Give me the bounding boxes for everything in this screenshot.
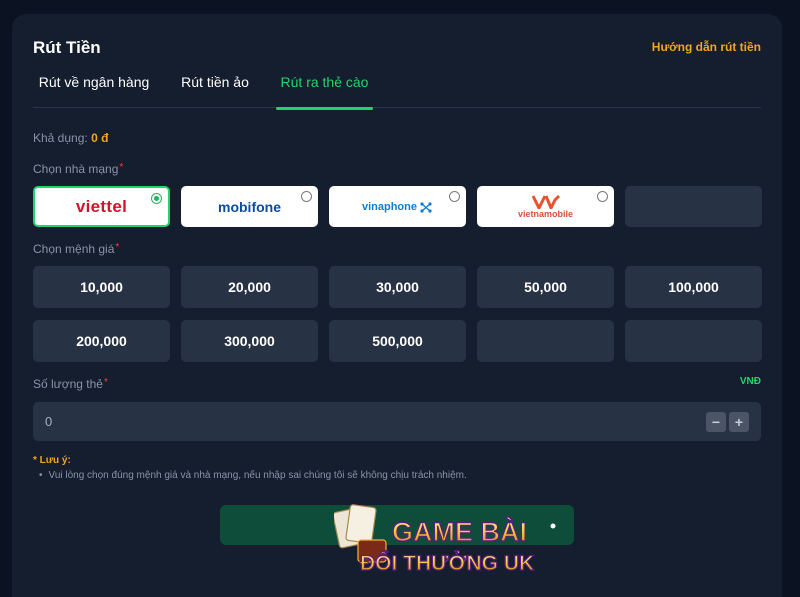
denomination-empty-slot [625, 320, 762, 362]
note-title: * Lưu ý: [33, 455, 71, 466]
available-amount: 0 đ [91, 131, 109, 145]
tab-card-withdraw[interactable]: Rút ra thẻ cào [276, 72, 373, 110]
withdraw-panel: Rút Tiền Hướng dẫn rút tiền Rút về ngân … [12, 14, 782, 597]
tab-bar: Rút về ngân hàng Rút tiền ảo Rút ra thẻ … [33, 72, 761, 110]
vinaphone-logo-text: vinaphone [361, 200, 417, 213]
carrier-label-text: Chọn nhà mạng [33, 162, 119, 176]
denomination-500000[interactable]: 500,000 [329, 320, 466, 362]
currency-label: VNĐ [739, 376, 761, 387]
denomination-empty-slot [477, 320, 614, 362]
vietnamobile-v-icon [531, 194, 560, 209]
mobifone-logo: mobifone [181, 186, 318, 227]
quantity-label: Số lượng thẻ* [33, 377, 108, 391]
carrier-viettel[interactable]: viettel [33, 186, 170, 227]
viettel-logo-text: viettel [75, 196, 128, 216]
withdraw-guide-link[interactable]: Hướng dẫn rút tiền [652, 40, 761, 54]
decrement-button[interactable]: − [706, 412, 726, 432]
vietnamobile-logo-text: vietnamobile [517, 208, 573, 219]
watermark-line-1: GAME BÀI [392, 516, 527, 547]
denomination-10000[interactable]: 10,000 [33, 266, 170, 308]
vietnamobile-logo: vietnamobile [477, 186, 614, 227]
denomination-100000[interactable]: 100,000 [625, 266, 762, 308]
quantity-input[interactable] [45, 402, 645, 441]
tab-crypto-withdraw[interactable]: Rút tiền ảo [178, 72, 252, 108]
required-mark: * [115, 242, 120, 253]
radio-mobifone[interactable] [301, 191, 312, 202]
carrier-vietnamobile[interactable]: vietnamobile [477, 186, 614, 227]
carrier-vinaphone[interactable]: vinaphone [329, 186, 466, 227]
vinaphone-logo: vinaphone [329, 186, 466, 227]
denomination-300000[interactable]: 300,000 [181, 320, 318, 362]
increment-button[interactable]: + [729, 412, 749, 432]
required-mark: * [119, 162, 124, 173]
carrier-empty-slot [625, 186, 762, 227]
required-mark: * [103, 377, 108, 388]
available-balance: Khả dụng: 0 đ [33, 131, 108, 145]
tab-bank-withdraw[interactable]: Rút về ngân hàng [37, 72, 151, 108]
denomination-row-2: 200,000 300,000 500,000 [33, 320, 762, 362]
denomination-30000[interactable]: 30,000 [329, 266, 466, 308]
denomination-label-text: Chọn mệnh giá [33, 242, 115, 256]
denomination-50000[interactable]: 50,000 [477, 266, 614, 308]
denomination-label: Chọn mệnh giá* [33, 242, 119, 256]
mobifone-logo-text: mobifone [218, 198, 281, 215]
denomination-200000[interactable]: 200,000 [33, 320, 170, 362]
watermark-logo: GAME BÀI ĐỔI THƯỞNG UK [334, 504, 556, 576]
carrier-mobifone[interactable]: mobifone [181, 186, 318, 227]
denomination-20000[interactable]: 20,000 [181, 266, 318, 308]
carrier-label: Chọn nhà mạng* [33, 162, 123, 176]
page-title: Rút Tiền [33, 38, 101, 57]
radio-vietnamobile[interactable] [597, 191, 608, 202]
quantity-field: − + [33, 402, 761, 441]
vinaphone-star-icon [420, 201, 432, 213]
radio-viettel[interactable] [151, 193, 162, 204]
denomination-row-1: 10,000 20,000 30,000 50,000 100,000 [33, 266, 762, 308]
viettel-logo: viettel [35, 188, 168, 225]
watermark-line-2: ĐỔI THƯỞNG UK [360, 551, 534, 575]
note-item: Vui lòng chọn đúng mệnh giá và nhà mạng,… [39, 470, 467, 481]
carrier-row: viettel mobifone vinaphone vietnamobile [33, 186, 762, 227]
available-label: Khả dụng: [33, 131, 88, 145]
quantity-label-text: Số lượng thẻ [33, 377, 103, 391]
radio-vinaphone[interactable] [449, 191, 460, 202]
quantity-stepper: − + [706, 412, 749, 432]
